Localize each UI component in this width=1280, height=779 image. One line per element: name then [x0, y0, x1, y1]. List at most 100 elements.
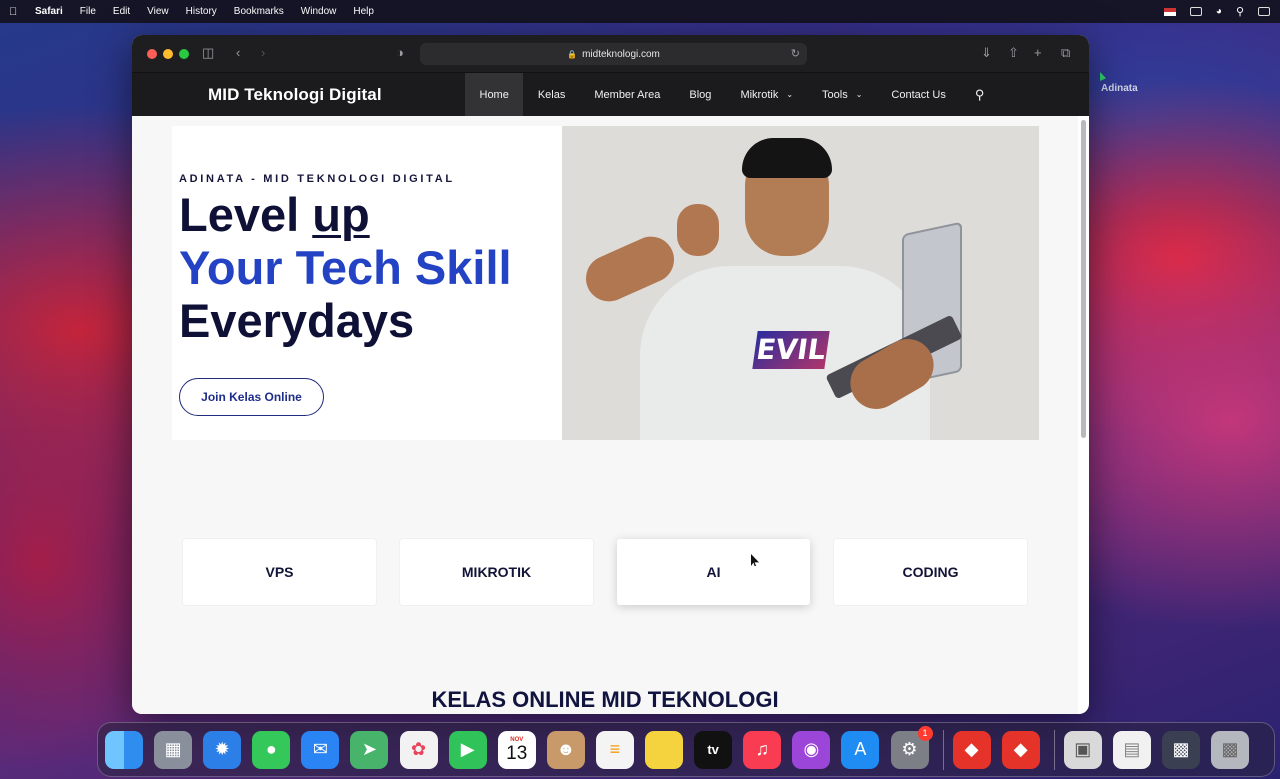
maps-icon[interactable]: ➤ — [350, 730, 389, 769]
document-preview-icon[interactable]: ▤ — [1112, 730, 1151, 769]
nav-member-area-label: Member Area — [594, 88, 661, 101]
messages-icon[interactable]: ● — [252, 730, 291, 769]
menu-help[interactable]: Help — [353, 6, 374, 17]
nav-blog[interactable]: Blog — [675, 73, 726, 116]
menu-edit[interactable]: Edit — [113, 6, 130, 17]
menu-view[interactable]: View — [147, 6, 169, 17]
hero-text-panel: ADINATA - MID TEKNOLOGI DIGITAL Level up… — [172, 126, 562, 440]
system-preferences-icon[interactable]: ⚙ 1 — [890, 725, 933, 769]
contacts-icon[interactable]: ☻ — [546, 730, 585, 769]
menu-file[interactable]: File — [80, 6, 96, 17]
headline-up: up — [312, 188, 370, 241]
anydesk-icon[interactable]: ◆ — [952, 730, 991, 769]
search-icon: ⚲ — [974, 86, 985, 102]
share-icon[interactable]: ⇧ — [1008, 46, 1019, 60]
address-bar[interactable]: 🔒 midteknologi.com ↻ — [420, 43, 807, 65]
chevron-down-icon: ⌄ — [786, 90, 794, 99]
site-nav-menu: Home Kelas Member Area Blog Mikrotik ⌄ To… — [465, 73, 999, 116]
tv-icon[interactable]: tv — [694, 730, 733, 769]
anydesk-secondary-icon[interactable]: ◆ — [1001, 730, 1040, 769]
notes-icon[interactable] — [645, 730, 684, 769]
chevron-down-icon: ⌄ — [855, 90, 863, 99]
tv-icon-label: tv — [707, 742, 719, 757]
site-brand[interactable]: MID Teknologi Digital — [208, 85, 382, 105]
nav-member-area[interactable]: Member Area — [580, 73, 675, 116]
new-tab-icon[interactable]: + — [1034, 46, 1042, 60]
nav-home-label: Home — [479, 88, 509, 101]
lock-icon: 🔒 — [567, 49, 578, 59]
site-search-button[interactable]: ⚲ — [960, 73, 999, 116]
disk-image-icon[interactable]: ▣ — [1063, 730, 1102, 769]
podcasts-icon[interactable]: ◉ — [792, 730, 831, 769]
finder-icon[interactable] — [105, 730, 143, 769]
scrollbar-thumb[interactable] — [1081, 120, 1086, 438]
spotlight-search-icon[interactable]: ⚲ — [1236, 5, 1244, 18]
nav-blog-label: Blog — [689, 88, 712, 101]
input-source-icon[interactable] — [1163, 7, 1176, 16]
safari-window: ◫ ‹ › ◑ 🔒 midteknologi.com ↻ ⇓ ⇧ + ⧉ MID… — [132, 35, 1089, 714]
calendar-icon[interactable]: NOV 13 — [497, 730, 536, 769]
reminders-icon[interactable]: ≡ — [595, 730, 634, 769]
menu-history[interactable]: History — [186, 6, 217, 17]
category-card-coding[interactable]: CODING — [834, 539, 1027, 605]
hero-eyebrow: ADINATA - MID TEKNOLOGI DIGITAL — [179, 173, 455, 185]
window-controls — [147, 49, 189, 59]
calendar-day: 13 — [506, 742, 528, 764]
page-scrollbar[interactable] — [1081, 118, 1087, 712]
join-kelas-online-button[interactable]: Join Kelas Online — [179, 378, 324, 416]
nav-tools-label: Tools — [822, 88, 848, 101]
wifi-icon[interactable]: ◕ — [1216, 6, 1222, 17]
safari-icon[interactable]: ✹ — [203, 730, 242, 769]
desktop-item-label[interactable]: Adinata — [1101, 83, 1138, 94]
menu-app-name[interactable]: Safari — [35, 6, 63, 17]
minimize-window-button[interactable] — [163, 49, 173, 59]
apple-menu-icon[interactable]:  — [9, 6, 21, 18]
sidebar-toggle-icon[interactable]: ◫ — [202, 46, 214, 60]
trash-icon[interactable]: ▩ — [1211, 730, 1250, 769]
headline-level: Level — [179, 188, 313, 241]
nav-kelas[interactable]: Kelas — [523, 73, 580, 116]
reload-icon[interactable]: ↻ — [791, 47, 800, 60]
site-navbar: MID Teknologi Digital Home Kelas Member … — [132, 73, 1089, 116]
dock-separator — [1053, 729, 1055, 770]
downloads-icon[interactable]: ⇓ — [981, 46, 992, 60]
photo-shirt-logo: EVIL — [752, 331, 830, 369]
address-bar-url: midteknologi.com — [582, 48, 660, 60]
category-card-vps[interactable]: VPS — [183, 539, 376, 605]
browser-toolbar: ◫ ‹ › ◑ 🔒 midteknologi.com ↻ ⇓ ⇧ + ⧉ — [132, 35, 1089, 73]
screen-mirroring-icon[interactable] — [1189, 7, 1202, 16]
photos-icon[interactable]: ✿ — [399, 730, 438, 769]
close-window-button[interactable] — [147, 49, 157, 59]
privacy-shield-icon[interactable]: ◑ — [396, 46, 404, 60]
headline-everydays: Everydays — [179, 294, 415, 347]
zoom-window-button[interactable] — [179, 49, 189, 59]
nav-contact-us[interactable]: Contact Us — [877, 73, 960, 116]
page-content: ADINATA - MID TEKNOLOGI DIGITAL Level up… — [132, 116, 1078, 714]
screen-recording-icon[interactable]: ▩ — [1161, 730, 1200, 769]
music-icon[interactable]: ♫ — [743, 730, 782, 769]
control-center-icon[interactable] — [1258, 7, 1270, 16]
menu-bar:  Safari File Edit View History Bookmark… — [0, 0, 1280, 23]
dock-separator — [942, 729, 944, 770]
facetime-icon[interactable]: ▶ — [448, 730, 487, 769]
menu-window[interactable]: Window — [301, 6, 337, 17]
nav-mikrotik[interactable]: Mikrotik ⌄ — [726, 73, 808, 116]
category-card-mikrotik[interactable]: MIKROTIK — [400, 539, 593, 605]
hero-photo: EVIL — [562, 126, 1039, 440]
back-button[interactable]: ‹ — [236, 46, 240, 60]
mail-icon[interactable]: ✉ — [301, 730, 340, 769]
nav-contact-us-label: Contact Us — [891, 88, 946, 101]
photo-person-hair — [742, 138, 832, 178]
tab-overview-icon[interactable]: ⧉ — [1061, 46, 1070, 60]
menu-bookmarks[interactable]: Bookmarks — [234, 6, 284, 17]
launchpad-icon[interactable]: ▦ — [154, 730, 193, 769]
forward-button[interactable]: › — [261, 46, 265, 60]
nav-home[interactable]: Home — [465, 73, 524, 116]
notification-badge: 1 — [917, 725, 933, 741]
category-card-ai[interactable]: AI — [617, 539, 810, 605]
category-cards: VPS MIKROTIK AI CODING — [183, 539, 1027, 605]
nav-mikrotik-label: Mikrotik — [740, 88, 779, 101]
nav-tools[interactable]: Tools ⌄ — [808, 73, 877, 116]
headline-tech-skill: Your Tech Skill — [179, 241, 512, 294]
app-store-icon[interactable]: A — [841, 730, 880, 769]
